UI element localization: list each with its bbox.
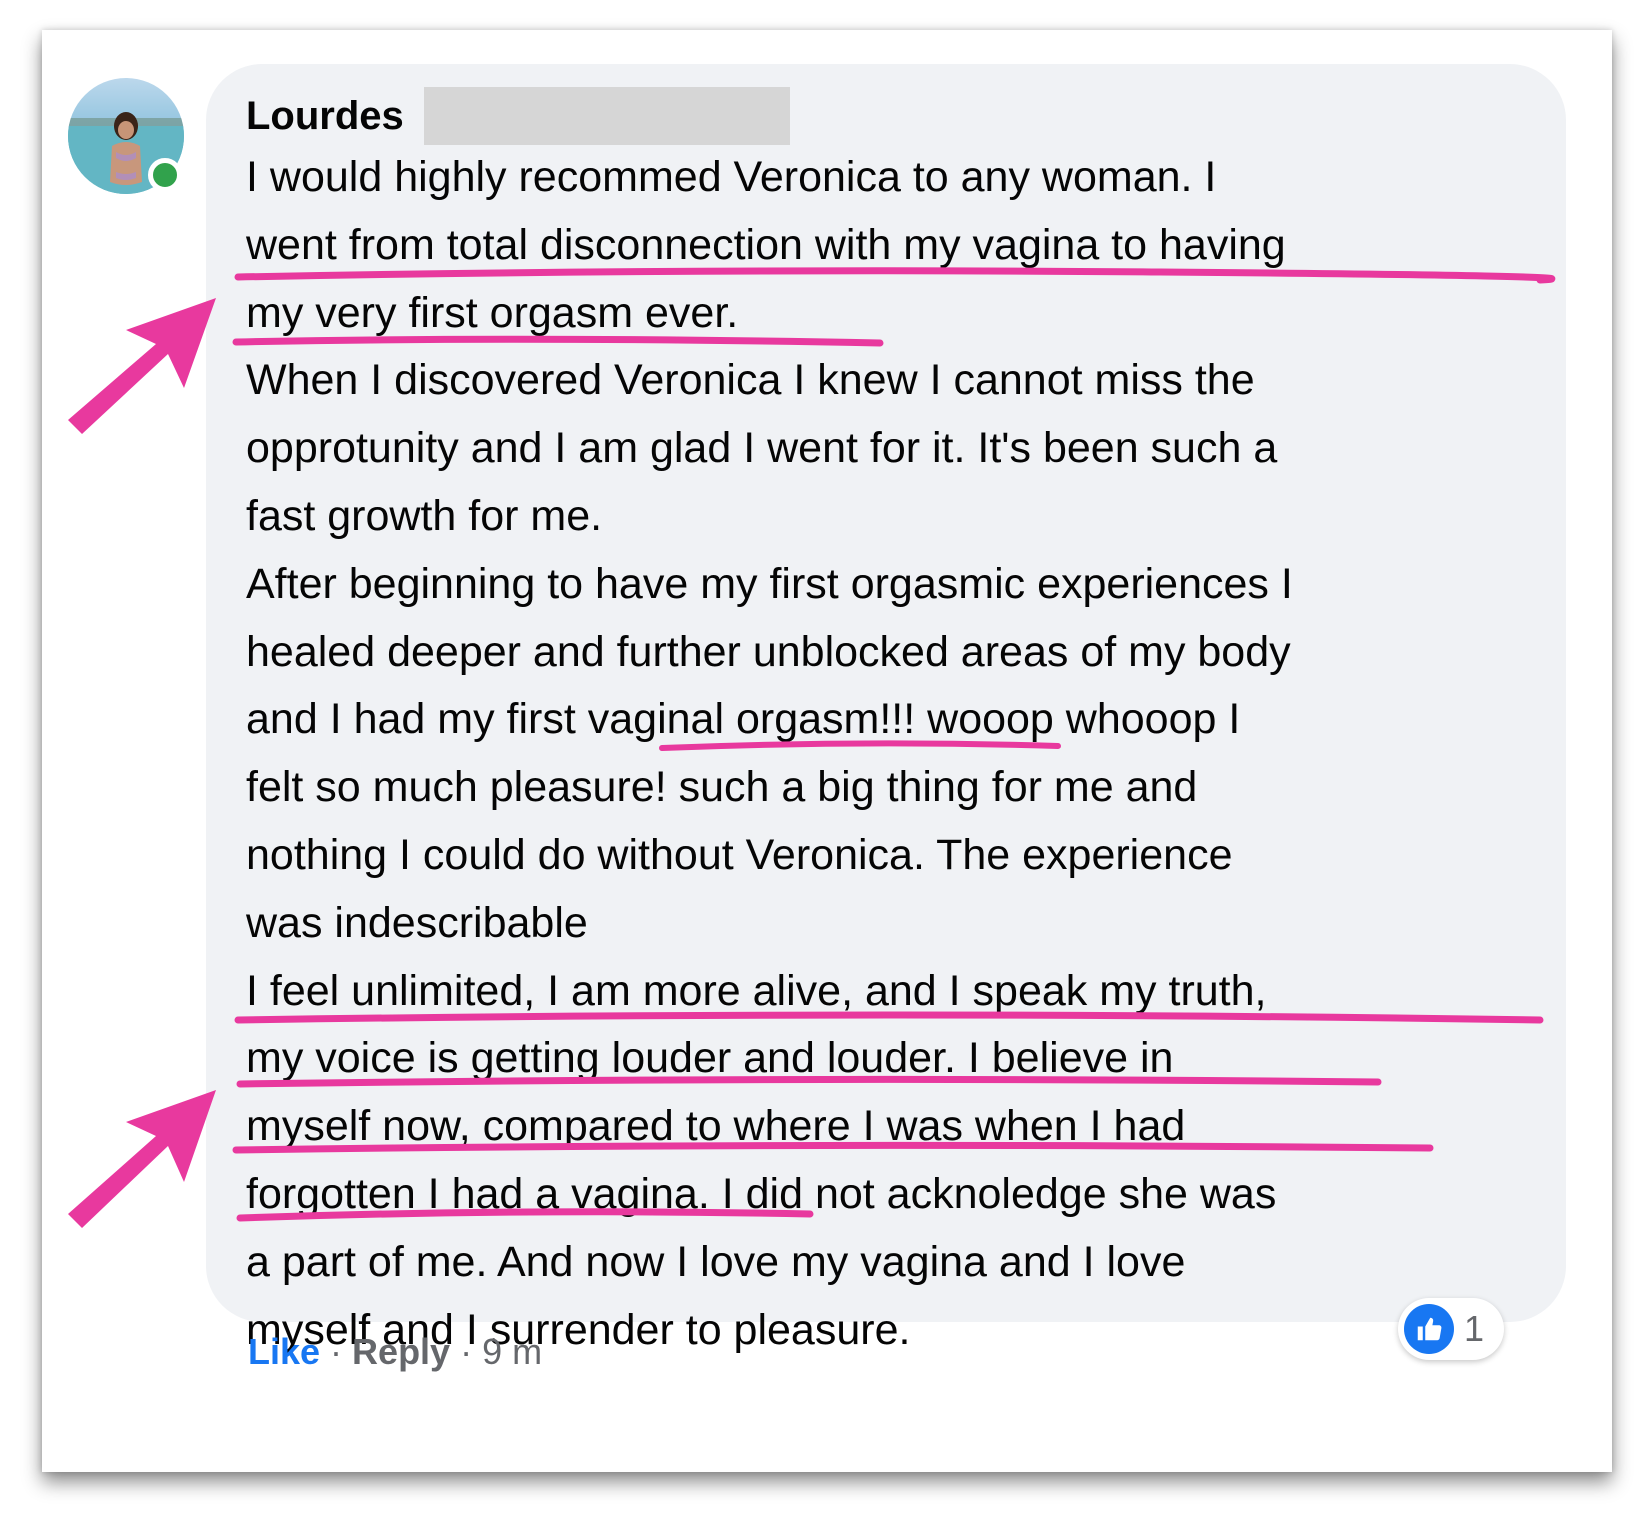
comment-line: forgotten I had a vagina. I did not ackn… [246, 1169, 1277, 1218]
separator: · [460, 1331, 473, 1372]
reaction-summary[interactable]: 1 [1398, 1298, 1504, 1360]
screenshot-card: Lourdes I would highly recommed Veronica… [42, 30, 1612, 1472]
comment-bubble: Lourdes I would highly recommed Veronica… [206, 64, 1566, 1354]
comment-line: was indescribable [246, 898, 588, 947]
comment-line: nothing I could do without Veronica. The… [246, 830, 1233, 879]
comment-line: a part of me. And now I love my vagina a… [246, 1237, 1186, 1286]
comment-line: I feel unlimited, I am more alive, and I… [246, 966, 1267, 1015]
comment-line: went from total disconnection with my va… [246, 220, 1286, 269]
comment-line: When I discovered Veronica I knew I cann… [246, 356, 1255, 405]
comment-line: healed deeper and further unblocked area… [246, 627, 1291, 676]
thumbs-up-icon [1404, 1304, 1454, 1354]
separator: · [330, 1331, 343, 1372]
timestamp[interactable]: 9 m [482, 1331, 542, 1373]
comment-line: felt so much pleasure! such a big thing … [246, 763, 1198, 812]
reply-button[interactable]: Reply [352, 1331, 450, 1373]
avatar[interactable] [68, 78, 184, 194]
online-status-icon [148, 158, 182, 192]
comment-line: my voice is getting louder and louder. I… [246, 1034, 1174, 1083]
comment-line: opprotunity and I am glad I went for it.… [246, 424, 1278, 473]
comment-header: Lourdes [246, 87, 790, 145]
author-name[interactable]: Lourdes [246, 94, 404, 139]
redacted-surname [423, 87, 790, 145]
comment-line: my very first orgasm ever. [246, 288, 739, 337]
reaction-count: 1 [1464, 1308, 1485, 1349]
comment-text: I would highly recommed Veronica to any … [246, 144, 1546, 1364]
like-button[interactable]: Like [248, 1331, 320, 1373]
comment-line: fast growth for me. [246, 491, 603, 540]
comment-line: myself now, compared to where I was when… [246, 1102, 1186, 1151]
comment-line: I would highly recommed Veronica to any … [246, 153, 1217, 201]
comment-line: After beginning to have my first orgasmi… [246, 559, 1293, 608]
comment-actions: Like · Reply · 9 m [248, 1328, 542, 1376]
comment-line: and I had my first vaginal orgasm!!! woo… [246, 695, 1241, 744]
